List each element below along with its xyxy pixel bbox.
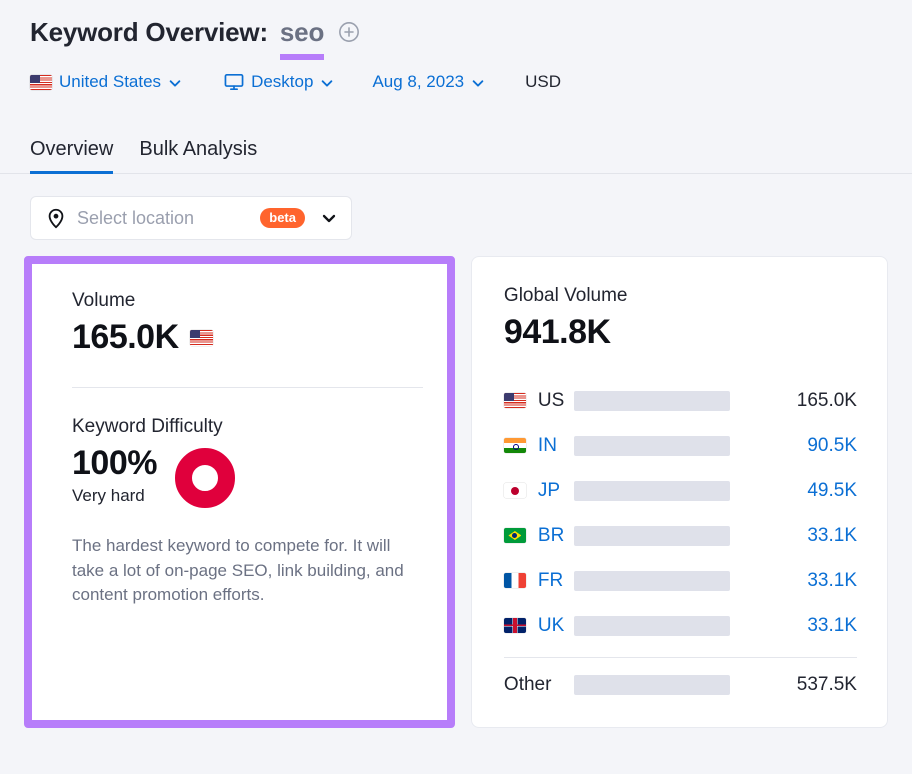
country-code: FR (537, 569, 564, 591)
country-code: UK (537, 614, 565, 636)
global-volume-value: 941.8K (503, 313, 611, 351)
country-volume-list: US 165.0K IN 90.5K JP 49.5K BR 33.1K FR 33.1K UK 33… (503, 378, 857, 707)
country-code: IN (537, 434, 557, 456)
chevron-down-icon (168, 75, 182, 89)
country-flag-cell: BR (503, 524, 565, 547)
keyword-difficulty-value: 100% (72, 444, 157, 483)
country-code: JP (537, 479, 561, 501)
country-flag-cell: US (503, 389, 565, 412)
country-flag-cell: FR (503, 569, 564, 592)
volume-label: Volume (72, 290, 136, 311)
country-volume-value: 33.1K (807, 614, 857, 636)
keyword-difficulty-word: Very hard (72, 485, 145, 505)
date-label: Aug 8, 2023 (372, 72, 465, 91)
country-volume-value: 49.5K (807, 479, 857, 501)
in-flag-icon (503, 438, 526, 453)
country-row-other: Other 537.5K (504, 662, 857, 707)
fr-flag-icon (503, 573, 526, 588)
country-volume-value: 537.5K (796, 673, 857, 695)
global-volume-label: Global Volume (503, 285, 628, 306)
location-select-wrap: Select location beta (0, 174, 912, 240)
uk-flag-icon (503, 618, 526, 633)
keyword-underline (279, 53, 325, 60)
volume-bar-track (573, 570, 730, 591)
country-volume-value: 90.5K (807, 434, 857, 456)
volume-card-highlight: Volume 165.0K Keyword Difficulty 100% Ve… (24, 256, 455, 728)
keyword-overview-page: Keyword Overview: seo United States Desk… (0, 0, 912, 774)
country-flag-cell: IN (503, 434, 562, 457)
country-row[interactable]: FR 33.1K (503, 558, 857, 603)
country-row[interactable]: BR 33.1K (503, 513, 857, 558)
keyword-chip[interactable]: seo (279, 16, 325, 60)
country-volume-value: 165.0K (796, 389, 857, 411)
us-flag-icon (503, 393, 526, 408)
card-divider (72, 387, 423, 388)
map-pin-icon (45, 207, 67, 229)
plus-circle-icon[interactable] (338, 21, 360, 43)
tab-bulk-analysis[interactable]: Bulk Analysis (139, 138, 257, 174)
br-flag-icon (503, 528, 526, 543)
cards-row: Volume 165.0K Keyword Difficulty 100% Ve… (0, 240, 912, 728)
chevron-down-icon (321, 210, 337, 226)
tab-bar: Overview Bulk Analysis (0, 124, 912, 174)
country-row[interactable]: JP 49.5K (503, 468, 857, 513)
volume-card: Volume 165.0K Keyword Difficulty 100% Ve… (32, 264, 447, 720)
device-selector[interactable]: Desktop (224, 72, 334, 92)
volume-value: 165.0K (72, 318, 179, 356)
country-volume-value: 33.1K (807, 524, 857, 546)
keyword-difficulty-text: 100% Very hard (72, 444, 157, 506)
country-label: United States (59, 72, 162, 91)
title-row: Keyword Overview: seo (30, 10, 912, 60)
global-volume-card: Global Volume 941.8K US 165.0K IN 90.5K JP 49… (470, 256, 888, 728)
keyword-difficulty-label: Keyword Difficulty (72, 416, 223, 437)
chevron-down-icon (471, 75, 485, 89)
page-title: Keyword Overview: (30, 16, 268, 47)
country-flag-cell: JP (503, 479, 562, 502)
date-selector[interactable]: Aug 8, 2023 (372, 72, 485, 92)
page-header: Keyword Overview: seo United States Desk… (0, 0, 912, 100)
tab-overview[interactable]: Overview (30, 138, 114, 174)
jp-flag-icon (503, 483, 526, 498)
us-flag-icon (189, 329, 213, 346)
country-code: BR (537, 524, 565, 546)
country-row[interactable]: US 165.0K (503, 378, 857, 423)
beta-badge: beta (260, 208, 305, 228)
country-row[interactable]: UK 33.1K (503, 603, 857, 648)
country-volume-value: 33.1K (807, 569, 857, 591)
currency-label: USD (525, 72, 562, 91)
keyword-difficulty-row: 100% Very hard (72, 444, 423, 508)
location-placeholder: Select location (77, 207, 195, 228)
volume-bar-track (573, 480, 730, 501)
monitor-icon (224, 73, 244, 91)
keyword-text: seo (279, 16, 325, 47)
volume-value-row: 165.0K (72, 318, 423, 357)
us-flag-icon (30, 74, 52, 90)
global-volume-value-row: 941.8K (504, 313, 857, 352)
country-flag-cell: UK (503, 614, 565, 637)
volume-bar-track (573, 435, 730, 456)
country-label: Other (503, 673, 552, 695)
volume-bar-track (573, 615, 730, 636)
volume-bar-track (573, 390, 730, 411)
chevron-down-icon (320, 75, 334, 89)
country-code: US (537, 389, 565, 411)
country-selector[interactable]: United States (30, 72, 182, 92)
other-divider (503, 657, 857, 658)
volume-bar-track (573, 525, 730, 546)
volume-bar-track (573, 674, 730, 695)
device-label: Desktop (251, 72, 314, 91)
country-row[interactable]: IN 90.5K (503, 423, 857, 468)
difficulty-ring-icon (174, 448, 235, 508)
location-select[interactable]: Select location beta (30, 196, 352, 240)
meta-row: United States Desktop Aug 8, 2023 USD (30, 64, 912, 100)
keyword-difficulty-description: The hardest keyword to compete for. It w… (72, 536, 404, 605)
